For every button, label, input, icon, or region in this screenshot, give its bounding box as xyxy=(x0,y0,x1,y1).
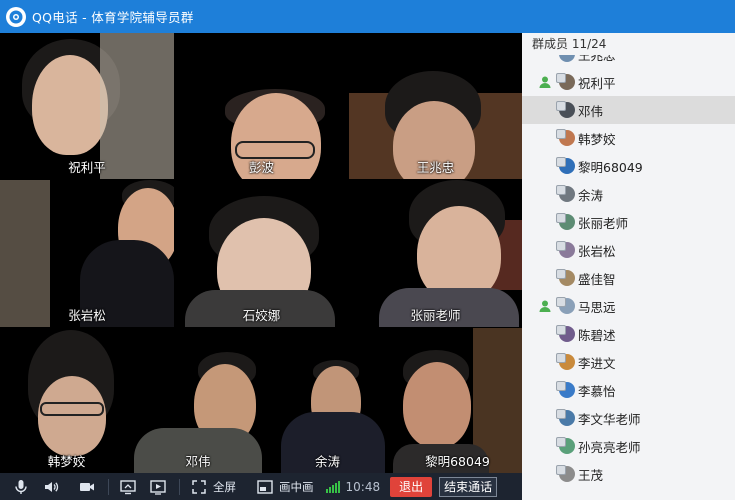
participant-name: 韩梦姣 xyxy=(47,454,86,469)
fullscreen-button[interactable]: 全屏 xyxy=(213,479,236,495)
member-row[interactable]: 余涛 xyxy=(522,180,735,208)
member-row[interactable]: 李慕怡 xyxy=(522,376,735,404)
screen-device-icon xyxy=(556,269,566,279)
member-name: 李慕怡 xyxy=(578,383,616,399)
member-name: 黎明68049 xyxy=(578,159,643,175)
participant-name: 张岩松 xyxy=(68,308,106,323)
member-row[interactable]: 邓伟 xyxy=(522,96,735,124)
member-name: 张丽老师 xyxy=(578,215,629,231)
member-name: 邓伟 xyxy=(578,103,604,119)
video-tile[interactable]: 黎明68049 xyxy=(393,328,522,473)
screen-device-icon xyxy=(556,465,566,475)
video-tile[interactable]: 韩梦姣 xyxy=(0,328,133,473)
participant-name: 祝利平 xyxy=(68,160,106,175)
screen-device-icon xyxy=(556,101,566,111)
video-tile[interactable]: 张岩松 xyxy=(0,180,174,327)
member-row[interactable]: 韩梦姣 xyxy=(522,124,735,152)
participant-name: 张丽老师 xyxy=(410,308,461,323)
member-row[interactable]: 李进文 xyxy=(522,348,735,376)
member-count-header: 群成员 11/24 xyxy=(522,33,735,55)
camera-icon[interactable] xyxy=(76,476,98,498)
host-user-icon xyxy=(539,76,551,88)
member-row[interactable]: 张岩松 xyxy=(522,236,735,264)
participant-name: 邓伟 xyxy=(185,454,211,469)
video-tile[interactable]: 祝利平 xyxy=(0,33,174,179)
member-name: 祝利平 xyxy=(578,75,616,91)
fullscreen-icon[interactable] xyxy=(188,476,210,498)
screen-device-icon xyxy=(556,409,566,419)
screen-device-icon xyxy=(556,325,566,335)
member-row[interactable]: 黎明68049 xyxy=(522,152,735,180)
member-name: 李文华老师 xyxy=(578,411,641,427)
member-row[interactable]: 陈碧述 xyxy=(522,320,735,348)
screen-device-icon xyxy=(556,157,566,167)
member-name: 马思远 xyxy=(578,299,616,315)
picture-in-picture-icon[interactable] xyxy=(254,476,276,498)
video-tile[interactable]: 王兆忠 xyxy=(349,33,522,179)
member-name: 陈碧述 xyxy=(578,327,616,343)
microphone-icon[interactable] xyxy=(10,476,32,498)
participant-name: 彭波 xyxy=(248,160,274,175)
member-row[interactable]: 祝利平 xyxy=(522,68,735,96)
title-bar: QQ电话 - 体育学院辅导员群 xyxy=(0,0,735,33)
member-row[interactable]: 王茂 xyxy=(522,460,735,488)
screen-device-icon xyxy=(556,213,566,223)
speaker-icon[interactable] xyxy=(40,476,62,498)
video-tile[interactable]: 邓伟 xyxy=(134,328,262,473)
member-name: 王茂 xyxy=(578,467,604,483)
participant-name: 王兆忠 xyxy=(416,160,455,175)
participant-name: 余涛 xyxy=(314,454,340,469)
member-name: 韩梦姣 xyxy=(578,131,616,147)
screen-device-icon xyxy=(556,437,566,447)
member-row[interactable]: 盛佳智 xyxy=(522,264,735,292)
window-title: QQ电话 - 体育学院辅导员群 xyxy=(32,10,194,25)
screen-device-icon xyxy=(556,353,566,363)
end-call-button[interactable]: 结束通话 xyxy=(439,476,498,497)
screen-device-icon xyxy=(556,129,566,139)
video-tile[interactable]: 张丽老师 xyxy=(349,180,522,327)
film-icon[interactable] xyxy=(147,476,169,498)
screen-device-icon xyxy=(556,185,566,195)
participant-name: 黎明68049 xyxy=(425,454,490,469)
toolbar-divider xyxy=(179,478,180,495)
screen-device-icon xyxy=(556,73,566,83)
toolbar-divider xyxy=(108,478,109,495)
signal-strength-icon xyxy=(325,480,340,493)
video-tile[interactable]: 彭波 xyxy=(175,33,348,179)
member-row[interactable]: 李文华老师 xyxy=(522,404,735,432)
member-row[interactable]: 孙亮亮老师 xyxy=(522,432,735,460)
member-name: 李进文 xyxy=(578,355,616,371)
qq-logo-icon xyxy=(6,6,26,27)
call-duration: 10:48 xyxy=(345,479,381,494)
member-name: 余涛 xyxy=(578,187,604,203)
video-tile[interactable]: 石姣娜 xyxy=(175,180,348,327)
screen-device-icon xyxy=(556,381,566,391)
member-name: 孙亮亮老师 xyxy=(578,439,641,455)
video-grid: 祝利平 彭波 王兆忠 张岩松 石姣娜 张丽老师 韩梦姣 邓伟 余涛 黎明6804… xyxy=(0,33,522,473)
member-name: 张岩松 xyxy=(578,243,616,259)
member-panel: 群成员 11/24 王兆忠 祝利平 邓伟 韩梦姣 黎明68049 余涛 张丽老师 张岩松 盛佳智… xyxy=(522,33,735,500)
participant-name: 石姣娜 xyxy=(242,308,281,323)
member-row[interactable]: 张丽老师 xyxy=(522,208,735,236)
screen-share-icon[interactable] xyxy=(117,476,139,498)
host-user-icon xyxy=(539,300,551,312)
screen-device-icon xyxy=(556,241,566,251)
picture-in-picture-button[interactable]: 画中画 xyxy=(279,479,314,495)
exit-button[interactable]: 退出 xyxy=(390,476,433,497)
call-toolbar: 全屏 画中画 10:48 退出 结束通话 xyxy=(0,473,522,500)
member-name: 盛佳智 xyxy=(578,271,616,287)
member-row[interactable]: 马思远 xyxy=(522,292,735,320)
screen-device-icon xyxy=(556,297,566,307)
member-list: 王兆忠 祝利平 邓伟 韩梦姣 黎明68049 余涛 张丽老师 张岩松 盛佳智 马思远 陈碧述 李进文李… xyxy=(522,33,735,500)
video-tile[interactable]: 余涛 xyxy=(263,328,392,473)
